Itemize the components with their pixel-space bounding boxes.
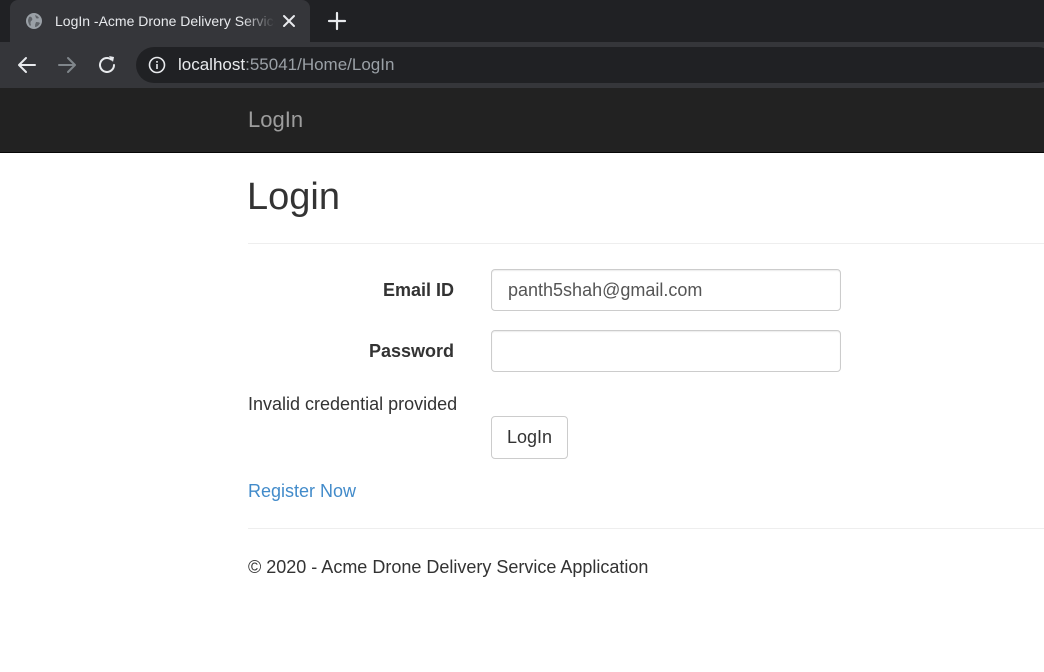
url-text: localhost:55041/Home/LogIn — [178, 55, 394, 75]
app-navbar: LogIn — [0, 88, 1044, 153]
email-label: Email ID — [382, 280, 454, 300]
tab-title: LogIn -Acme Drone Delivery Service Appli… — [55, 13, 275, 29]
password-label: Password — [368, 341, 454, 361]
page-title: Login — [247, 176, 340, 218]
footer-divider — [248, 528, 1044, 529]
plus-icon[interactable] — [326, 10, 348, 32]
forward-arrow-icon[interactable] — [55, 53, 79, 77]
browser-tab-strip: LogIn -Acme Drone Delivery Service Appli… — [0, 0, 1044, 42]
error-message: Invalid credential provided — [248, 394, 458, 414]
login-button[interactable]: LogIn — [491, 416, 568, 459]
back-arrow-icon[interactable] — [15, 53, 39, 77]
email-field[interactable] — [491, 269, 841, 311]
address-bar[interactable]: localhost:55041/Home/LogIn — [136, 47, 1044, 83]
browser-tab[interactable]: LogIn -Acme Drone Delivery Service Appli… — [10, 0, 310, 42]
divider — [248, 243, 1044, 244]
url-path: :55041/Home/LogIn — [245, 55, 395, 74]
password-field[interactable] — [491, 330, 841, 372]
close-icon[interactable] — [280, 12, 298, 30]
reload-icon[interactable] — [95, 53, 119, 77]
browser-toolbar: localhost:55041/Home/LogIn — [0, 42, 1044, 88]
globe-icon — [26, 13, 42, 29]
navbar-brand[interactable]: LogIn — [248, 107, 303, 133]
register-link[interactable]: Register Now — [248, 480, 356, 502]
info-icon[interactable] — [148, 56, 166, 74]
footer-text: © 2020 - Acme Drone Delivery Service App… — [248, 557, 649, 577]
url-host: localhost — [178, 55, 246, 74]
